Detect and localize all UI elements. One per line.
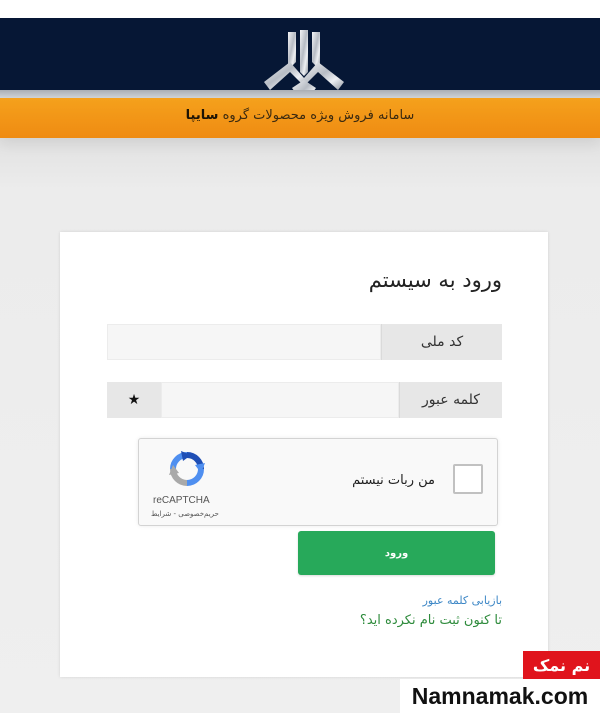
national-code-input[interactable] bbox=[107, 324, 381, 360]
login-card: ورود به سیستم کد ملی کلمه عبور ★ من ربات… bbox=[60, 232, 548, 677]
subtitle-brand: سایپا bbox=[185, 108, 219, 123]
star-icon: ★ bbox=[107, 382, 161, 418]
password-input[interactable] bbox=[161, 382, 399, 418]
recover-password-link[interactable]: بازیابی کلمه عبور bbox=[423, 594, 502, 607]
recaptcha-brand: reCAPTCHA bbox=[153, 495, 210, 506]
national-code-field: کد ملی bbox=[107, 324, 502, 360]
recaptcha-terms-link[interactable]: حریم‌خصوصی - شرایط bbox=[151, 510, 219, 518]
watermark-site: Namnamak.com bbox=[400, 679, 600, 713]
password-field: کلمه عبور ★ bbox=[107, 382, 502, 418]
subtitle-text: سامانه فروش ویژه محصولات گروه bbox=[222, 108, 415, 123]
recaptcha-checkbox[interactable] bbox=[453, 464, 483, 494]
watermark-persian: نم نمک bbox=[523, 651, 600, 679]
recaptcha-icon bbox=[169, 451, 205, 486]
system-subtitle: سامانه فروش ویژه محصولات گروه سایپا bbox=[0, 108, 600, 123]
recaptcha-label: من ربات نیستم bbox=[352, 473, 435, 488]
header-divider bbox=[0, 90, 600, 98]
register-link[interactable]: تا کنون ثبت نام نکرده اید؟ bbox=[360, 613, 502, 628]
password-label: کلمه عبور bbox=[399, 382, 502, 418]
national-code-label: کد ملی bbox=[381, 324, 502, 360]
login-button[interactable]: ورود bbox=[298, 531, 495, 575]
recaptcha-widget: من ربات نیستم reCAPTCHA حریم‌خصوصی - شرا… bbox=[138, 438, 498, 526]
page-title: ورود به سیستم bbox=[368, 268, 502, 292]
